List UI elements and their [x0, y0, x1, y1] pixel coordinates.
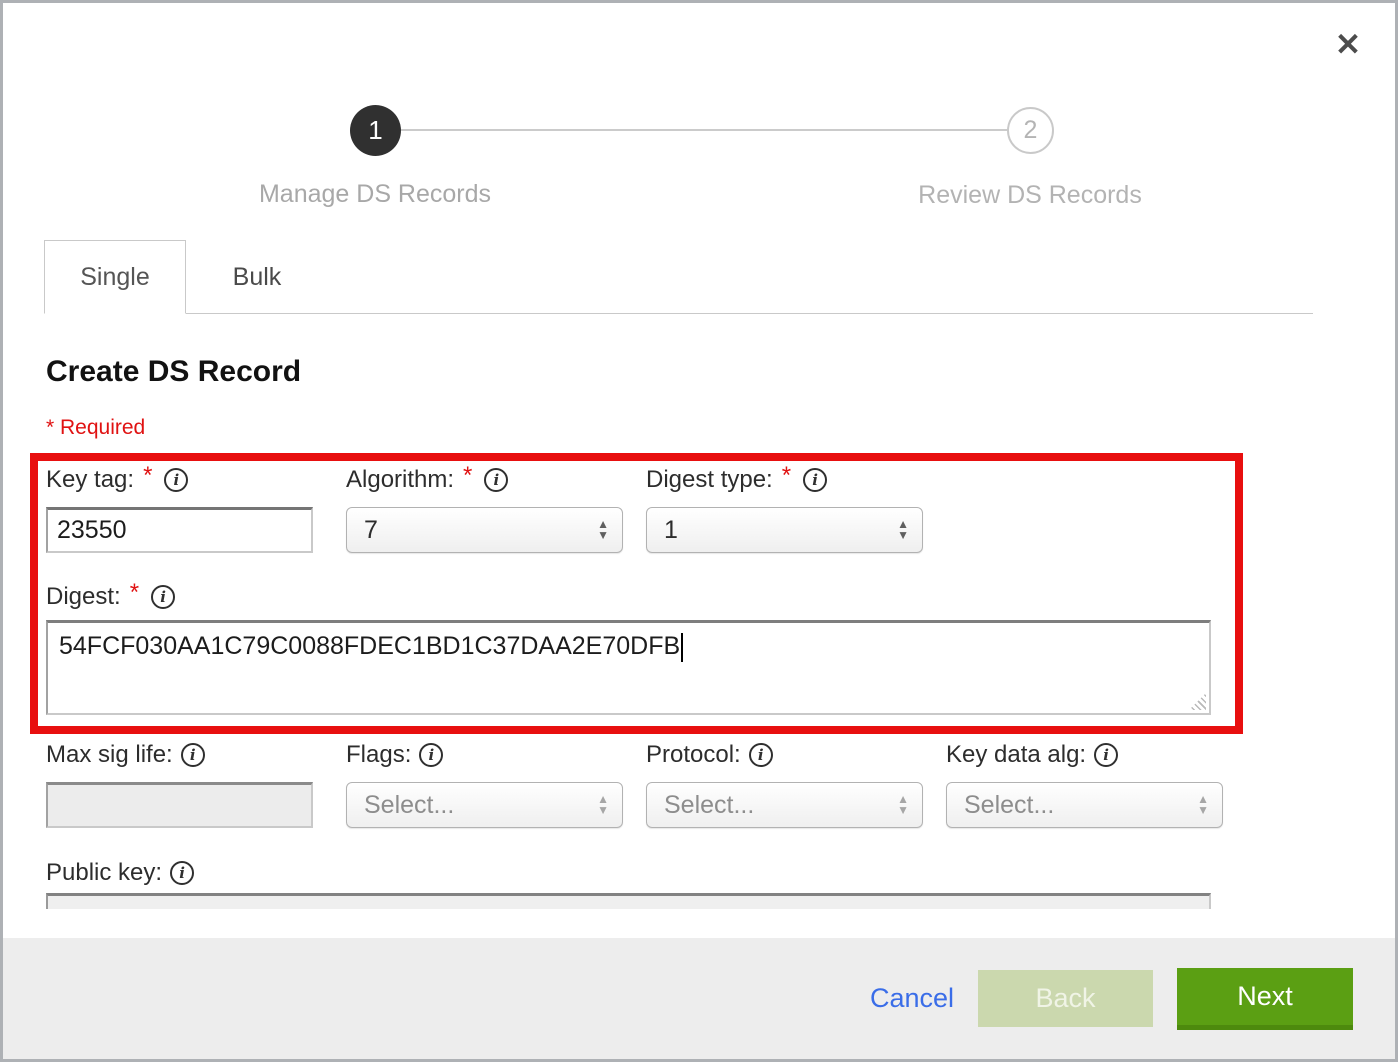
back-button[interactable]: Back	[978, 970, 1153, 1027]
required-note: * Required	[46, 416, 1395, 440]
cancel-link[interactable]: Cancel	[870, 983, 954, 1014]
field-flags: Flags: i Select... ▲▼	[346, 741, 623, 828]
protocol-select[interactable]: Select... ▲▼	[646, 782, 923, 828]
required-asterisk: *	[782, 462, 791, 490]
chevron-up-down-icon: ▲▼	[897, 794, 909, 816]
mode-tabs: Single Bulk	[44, 240, 1313, 314]
info-icon[interactable]: i	[803, 468, 827, 492]
chevron-up-down-icon: ▲▼	[597, 519, 609, 541]
stepper-connector-line	[399, 129, 1009, 131]
required-asterisk: *	[463, 462, 472, 490]
key-data-alg-select-value: Select...	[964, 791, 1197, 820]
field-algorithm: Algorithm: * i 7 ▲▼	[346, 466, 623, 553]
digest-type-select[interactable]: 1 ▲▼	[646, 507, 923, 553]
chevron-up-down-icon: ▲▼	[597, 794, 609, 816]
info-icon[interactable]: i	[484, 468, 508, 492]
chevron-up-down-icon: ▲▼	[1197, 794, 1209, 816]
field-protocol: Protocol: i Select... ▲▼	[646, 741, 923, 828]
next-button[interactable]: Next	[1177, 968, 1353, 1030]
digest-textarea[interactable]: 54FCF030AA1C79C0088FDEC1BD1C37DAA2E70DFB	[46, 620, 1211, 715]
tab-single[interactable]: Single	[44, 240, 186, 314]
step-1-indicator: 1	[350, 105, 401, 156]
algorithm-select-value: 7	[364, 516, 597, 545]
public-key-label: Public key:	[46, 859, 162, 887]
chevron-up-down-icon: ▲▼	[897, 519, 909, 541]
key-data-alg-label: Key data alg:	[946, 741, 1086, 769]
required-asterisk: *	[143, 462, 152, 490]
step-1-label: Manage DS Records	[259, 180, 491, 209]
info-icon[interactable]: i	[419, 743, 443, 767]
field-key-tag: Key tag: * i	[46, 466, 313, 553]
protocol-label: Protocol:	[646, 741, 741, 769]
digest-label: Digest:	[46, 583, 121, 611]
resize-handle-icon[interactable]	[1189, 693, 1206, 710]
digest-type-select-value: 1	[664, 516, 897, 545]
field-digest-type: Digest type: * i 1 ▲▼	[646, 466, 923, 553]
public-key-textarea[interactable]	[46, 893, 1211, 909]
field-digest: Digest: * i 54FCF030AA1C79C0088FDEC1BD1C…	[46, 583, 1395, 715]
key-tag-input[interactable]	[46, 507, 313, 553]
text-caret	[681, 633, 683, 662]
create-ds-record-modal: ✕ 1 2 Manage DS Records Review DS Record…	[0, 0, 1398, 1062]
algorithm-label: Algorithm:	[346, 466, 454, 494]
info-icon[interactable]: i	[170, 861, 194, 885]
info-icon[interactable]: i	[164, 468, 188, 492]
digest-type-label: Digest type:	[646, 466, 773, 494]
flags-label: Flags:	[346, 741, 411, 769]
field-key-data-alg: Key data alg: i Select... ▲▼	[946, 741, 1223, 828]
key-data-alg-select[interactable]: Select... ▲▼	[946, 782, 1223, 828]
info-icon[interactable]: i	[749, 743, 773, 767]
modal-footer: Cancel Back Next	[3, 938, 1395, 1059]
max-sig-life-label: Max sig life:	[46, 741, 173, 769]
wizard-stepper: 1 2 Manage DS Records Review DS Records	[3, 3, 1395, 240]
digest-value: 54FCF030AA1C79C0088FDEC1BD1C37DAA2E70DFB	[59, 632, 680, 660]
info-icon[interactable]: i	[1094, 743, 1118, 767]
info-icon[interactable]: i	[181, 743, 205, 767]
flags-select[interactable]: Select... ▲▼	[346, 782, 623, 828]
step-2-indicator: 2	[1007, 107, 1054, 154]
flags-select-value: Select...	[364, 791, 597, 820]
field-max-sig-life: Max sig life: i	[46, 741, 313, 828]
protocol-select-value: Select...	[664, 791, 897, 820]
required-asterisk: *	[130, 579, 139, 607]
page-title: Create DS Record	[46, 355, 1395, 389]
step-2-label: Review DS Records	[918, 181, 1142, 210]
info-icon[interactable]: i	[151, 585, 175, 609]
algorithm-select[interactable]: 7 ▲▼	[346, 507, 623, 553]
tab-bulk[interactable]: Bulk	[186, 240, 328, 314]
key-tag-label: Key tag:	[46, 466, 134, 494]
form-row-1: Key tag: * i Algorithm: * i 7	[46, 466, 1395, 553]
max-sig-life-input[interactable]	[46, 782, 313, 828]
form-row-2: Max sig life: i Flags: i Select... ▲▼	[46, 741, 1395, 828]
field-public-key: Public key: i	[46, 859, 1395, 909]
